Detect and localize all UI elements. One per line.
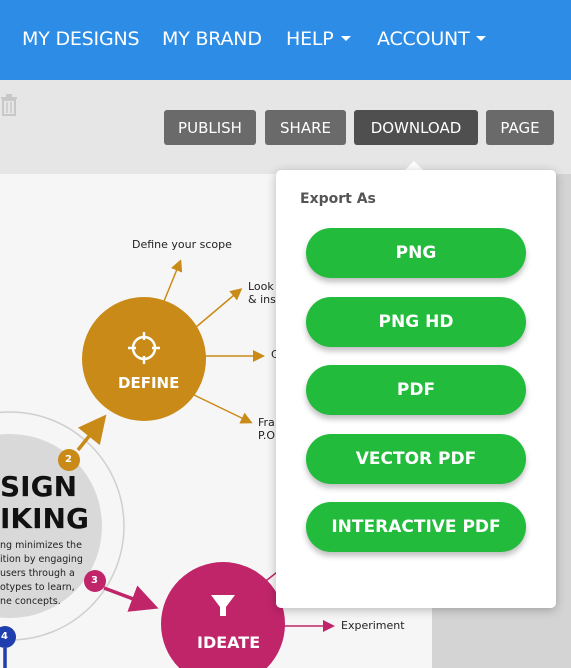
- define-arrow-scope: [161, 259, 183, 307]
- chevron-down-icon: [476, 36, 487, 41]
- export-dropdown: Export As PNG PNG HD PDF VECTOR PDF INTE…: [276, 170, 556, 608]
- step-3-arrow: [103, 585, 159, 612]
- infographic-title-line1: SIGN: [0, 470, 77, 503]
- export-png-hd-label: PNG HD: [378, 312, 454, 332]
- ideate-label: IDEATE: [197, 633, 261, 652]
- look-text-line2: & insi: [248, 293, 279, 306]
- define-arrow-look: [194, 288, 243, 329]
- share-button[interactable]: SHARE: [265, 110, 346, 145]
- export-png-label: PNG: [395, 243, 437, 263]
- export-vector-pdf-button[interactable]: VECTOR PDF: [306, 434, 526, 484]
- export-interactive-pdf-button[interactable]: INTERACTIVE PDF: [306, 502, 526, 552]
- step-2-number: 2: [65, 454, 72, 465]
- export-pdf-button[interactable]: PDF: [306, 365, 526, 415]
- step-4-number: 4: [1, 631, 8, 642]
- download-button[interactable]: DOWNLOAD: [354, 110, 478, 145]
- infographic-title-line2: IKING: [0, 502, 89, 535]
- body-text-line5: ne concepts.: [0, 596, 61, 607]
- chevron-down-icon: [340, 36, 351, 41]
- export-title: Export As: [300, 191, 376, 207]
- experiment-text: Experiment: [341, 619, 405, 632]
- body-text-line3: users through a: [0, 568, 75, 579]
- export-png-hd-button[interactable]: PNG HD: [306, 297, 526, 347]
- share-label: SHARE: [280, 118, 331, 137]
- publish-button[interactable]: PUBLISH: [164, 110, 256, 145]
- nav-help[interactable]: HELP: [286, 28, 351, 50]
- look-text-line1: Look: [248, 280, 274, 293]
- fra-text-line2: P.O: [258, 429, 276, 442]
- export-vector-pdf-label: VECTOR PDF: [355, 449, 477, 469]
- page-label: PAGE: [500, 118, 540, 137]
- body-text-line2: ition by engaging: [0, 554, 83, 565]
- nav-my-designs[interactable]: MY DESIGNS: [22, 28, 140, 50]
- scope-text: Define your scope: [132, 238, 232, 251]
- body-text-line1: ng minimizes the: [0, 540, 82, 551]
- publish-label: PUBLISH: [178, 118, 242, 137]
- page-button[interactable]: PAGE: [486, 110, 554, 145]
- fra-text-line1: Fra: [258, 416, 275, 429]
- nav-my-brand[interactable]: MY BRAND: [162, 28, 262, 50]
- download-label: DOWNLOAD: [370, 118, 462, 137]
- nav-account[interactable]: ACCOUNT: [377, 28, 487, 50]
- export-png-button[interactable]: PNG: [306, 228, 526, 278]
- nav-account-label: ACCOUNT: [377, 28, 470, 50]
- export-pdf-label: PDF: [396, 380, 436, 400]
- top-nav: MY DESIGNS MY BRAND HELP ACCOUNT: [0, 0, 571, 80]
- nav-my-designs-label: MY DESIGNS: [22, 28, 140, 50]
- nav-my-brand-label: MY BRAND: [162, 28, 262, 50]
- define-arrow-fra: [191, 393, 253, 424]
- define-label: DEFINE: [118, 374, 180, 392]
- body-text-line4: otypes to learn,: [0, 582, 75, 593]
- trash-icon[interactable]: [0, 94, 18, 116]
- nav-help-label: HELP: [286, 28, 334, 50]
- export-interactive-pdf-label: INTERACTIVE PDF: [331, 517, 501, 537]
- step-3-number: 3: [91, 575, 98, 586]
